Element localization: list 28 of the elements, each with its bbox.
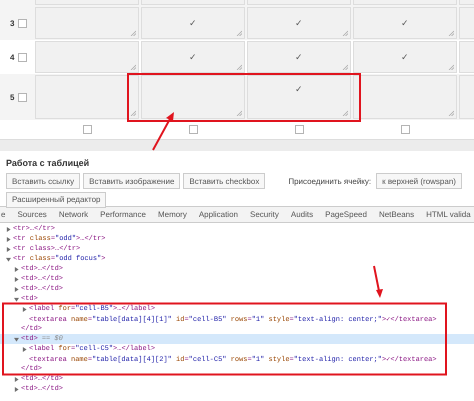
devtools-tab[interactable]: Audits <box>290 210 314 219</box>
devtools-tab[interactable]: Application <box>198 210 238 219</box>
panel-title: Работа с таблицей <box>6 158 90 169</box>
devtools-tab[interactable]: Security <box>250 210 279 219</box>
devtools-tab[interactable]: NetBeans <box>378 210 414 219</box>
table-cell-field[interactable]: ✓ <box>247 75 351 119</box>
devtools-tab[interactable]: Sources <box>17 210 47 219</box>
row-number: 3 <box>10 18 14 28</box>
table-cell-field[interactable]: ✓ <box>247 7 351 39</box>
table-cell-field[interactable]: ✓ <box>141 7 245 39</box>
devtools-tab[interactable]: PageSpeed <box>325 210 367 219</box>
table-cell-field[interactable]: ✓ <box>141 41 245 73</box>
row-number: 5 <box>10 92 14 102</box>
table-cell-field[interactable]: ✓ <box>353 7 457 39</box>
devtools-tab[interactable]: e <box>1 210 6 219</box>
row-number: 4 <box>10 52 14 62</box>
devtools-tab[interactable]: Performance <box>100 210 146 219</box>
editor-button[interactable]: Расширенный редактор <box>6 192 106 208</box>
merge-button[interactable]: к верхней (rowspan) <box>376 173 462 189</box>
insert-button[interactable]: Вставить изображение <box>83 173 180 189</box>
devtools-tab[interactable]: Network <box>58 210 88 219</box>
table-cell-field[interactable]: ✓ <box>353 41 457 73</box>
table-cell-field[interactable]: ✓ <box>247 41 351 73</box>
devtools-tab[interactable]: Memory <box>158 210 187 219</box>
insert-button[interactable]: Вставить ссылку <box>6 173 80 189</box>
merge-label: Присоединить ячейку: <box>288 176 372 186</box>
devtools-tab[interactable]: HTML valida <box>426 210 471 219</box>
insert-button[interactable]: Вставить checkbox <box>183 173 266 189</box>
